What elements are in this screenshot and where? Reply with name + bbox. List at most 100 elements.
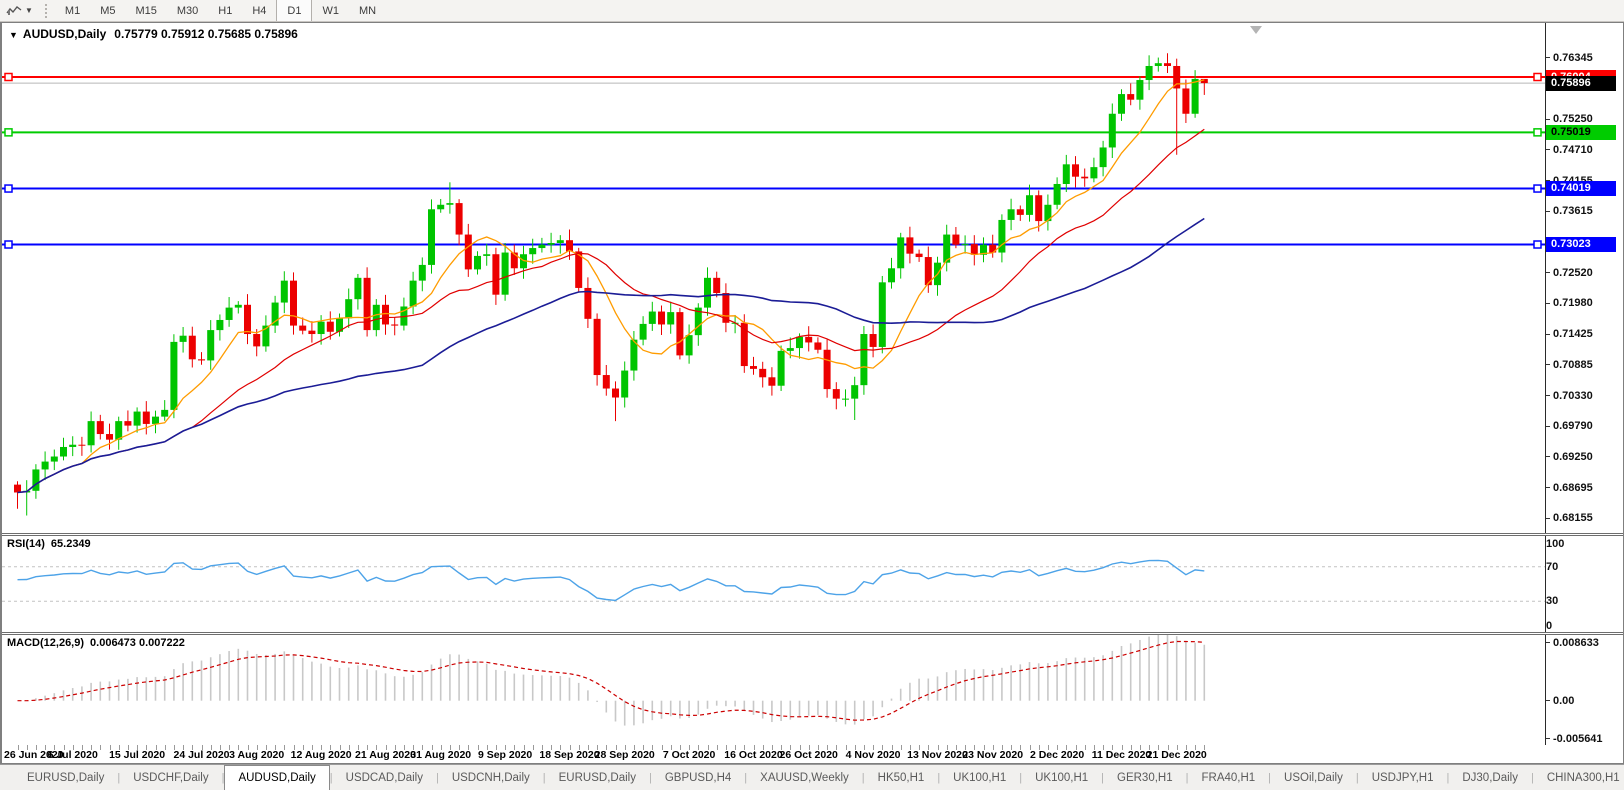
rsi-tick-70: 70 [1546, 560, 1558, 573]
line-anchor[interactable] [5, 241, 12, 248]
time-tick [717, 745, 718, 750]
date-label: 12 Aug 2020 [291, 749, 352, 761]
timeframe-button-m5[interactable]: M5 [90, 0, 125, 21]
tab-usdchf-daily[interactable]: USDCHF,Daily [120, 765, 221, 790]
timeframe-button-m30[interactable]: M30 [167, 0, 208, 21]
date-label: 7 Oct 2020 [663, 749, 716, 761]
price-badge-0.74019: 0.74019 [1546, 181, 1616, 196]
tab-eurusd-daily[interactable]: EURUSD,Daily [546, 765, 649, 790]
tab-hk50-h1[interactable]: HK50,H1 [865, 765, 938, 790]
price-tick: 0.70330 [1546, 389, 1593, 402]
tick-dash [1546, 303, 1550, 304]
timeframe-button-m15[interactable]: M15 [125, 0, 166, 21]
tab-uk100-h1[interactable]: UK100,H1 [1022, 765, 1101, 790]
date-label: 26 Oct 2020 [779, 749, 837, 761]
macd-histogram [18, 635, 1205, 726]
tab-usdcad-daily[interactable]: USDCAD,Daily [333, 765, 436, 790]
tab-dj30-daily[interactable]: DJ30,Daily [1449, 765, 1531, 790]
chart-tab-bar: EURUSD,Daily|USDCHF,Daily|AUDUSD,Daily|U… [0, 764, 1624, 790]
price-tick: 0.68695 [1546, 481, 1593, 494]
medium-ma-line[interactable] [18, 129, 1205, 492]
price-chart-plot[interactable]: ▼ AUDUSD,Daily 0.75779 0.75912 0.75685 0.7… [2, 23, 1546, 533]
chevron-down-icon: ▼ [25, 6, 33, 15]
trading-terminal: ▼ M1M5M15M30H1H4D1W1MN ▼ AUDUSD,Daily 0.75… [0, 0, 1624, 790]
time-tick [284, 745, 285, 750]
timeframe-button-m1[interactable]: M1 [55, 0, 90, 21]
price-tick: 0.69250 [1546, 450, 1593, 463]
price-tick: 0.71425 [1546, 328, 1593, 341]
time-tick [1085, 745, 1086, 750]
tick-dash [1546, 149, 1550, 150]
macd-pane-plot[interactable]: MACD(12,26,9)0.006473 0.007222 [2, 635, 1546, 745]
chart-tool-icon[interactable]: ▼ [0, 0, 39, 21]
fast-ma-line[interactable] [18, 80, 1205, 493]
macd-signal-line[interactable] [18, 642, 1205, 721]
timeframe-button-h4[interactable]: H4 [242, 0, 276, 21]
time-tick [100, 745, 101, 750]
rsi-name: RSI(14) [7, 538, 45, 550]
tick-dash [1546, 334, 1550, 335]
price-badge-0.75896: 0.75896 [1546, 76, 1616, 91]
chart-title: ▼ AUDUSD,Daily 0.75779 0.75912 0.75685 0.7… [9, 27, 298, 41]
date-label: 15 Jul 2020 [109, 749, 165, 761]
tick-dash [1546, 518, 1550, 519]
candlestick-glyph-icon [6, 5, 22, 17]
price-chart-canvas [2, 23, 1546, 533]
chart-window: ▼ AUDUSD,Daily 0.75779 0.75912 0.75685 0.7… [0, 22, 1624, 764]
timeframe-button-d1[interactable]: D1 [276, 0, 312, 21]
timeframe-toolbar: ▼ M1M5M15M30H1H4D1W1MN [0, 0, 1624, 22]
timeframe-button-w1[interactable]: W1 [312, 0, 349, 21]
date-label: 4 Nov 2020 [846, 749, 901, 761]
macd-axis: 0.0086330.00-0.005641 [1546, 635, 1623, 745]
rsi-pane-plot[interactable]: RSI(14)65.2349 [2, 536, 1546, 632]
price-tick: 0.72520 [1546, 266, 1593, 279]
rsi-tick-0: 0 [1546, 619, 1552, 632]
macd-canvas [2, 635, 1546, 745]
macd-label: MACD(12,26,9)0.006473 0.007222 [7, 637, 185, 649]
tab-ger30-h1[interactable]: GER30,H1 [1104, 765, 1186, 790]
tab-usoil-daily[interactable]: USOil,Daily [1271, 765, 1356, 790]
toolbar-grip [45, 4, 49, 18]
tab-eurusd-daily[interactable]: EURUSD,Daily [14, 765, 117, 790]
tab-usdcnh-daily[interactable]: USDCNH,Daily [439, 765, 543, 790]
ohlc-quote-text: 0.75779 0.75912 0.75685 0.75896 [114, 27, 298, 41]
tab-gbpusd-h4[interactable]: GBPUSD,H4 [652, 765, 744, 790]
line-anchor[interactable] [1534, 129, 1541, 136]
line-anchor[interactable] [5, 129, 12, 136]
tick-dash [1546, 211, 1550, 212]
tab-fra40-h1[interactable]: FRA40,H1 [1188, 765, 1268, 790]
time-tick [533, 745, 534, 750]
line-anchor[interactable] [1534, 241, 1541, 248]
macd-name: MACD(12,26,9) [7, 637, 84, 649]
chart-shift-marker [1250, 26, 1262, 34]
symbol-collapse-caret: ▼ [9, 30, 18, 40]
tick-dash [1546, 738, 1550, 739]
date-label: 28 Sep 2020 [595, 749, 655, 761]
tab-usdjpy-h1[interactable]: USDJPY,H1 [1359, 765, 1447, 790]
line-anchor[interactable] [1534, 74, 1541, 81]
macd-tick--0.005641: -0.005641 [1546, 732, 1603, 745]
date-label: 16 Oct 2020 [724, 749, 782, 761]
tick-dash [1546, 364, 1550, 365]
rsi-label: RSI(14)65.2349 [7, 538, 91, 550]
timeframe-button-mn[interactable]: MN [349, 0, 386, 21]
tab-audusd-daily[interactable]: AUDUSD,Daily [224, 765, 329, 790]
line-anchor[interactable] [5, 74, 12, 81]
tick-dash [1546, 57, 1550, 58]
tab-xauusd-weekly[interactable]: XAUUSD,Weekly [747, 765, 862, 790]
tick-dash [1546, 395, 1550, 396]
time-tick [901, 745, 902, 750]
tick-dash [1546, 272, 1550, 273]
price-tick: 0.70885 [1546, 358, 1593, 371]
date-label: 3 Aug 2020 [229, 749, 284, 761]
tick-dash [1546, 642, 1550, 643]
line-anchor[interactable] [5, 185, 12, 192]
timeframe-button-h1[interactable]: H1 [208, 0, 242, 21]
date-label: 24 Jul 2020 [173, 749, 229, 761]
price-badge-0.75019: 0.75019 [1546, 125, 1616, 140]
price-badge-0.73023: 0.73023 [1546, 237, 1616, 252]
tab-china300-h1[interactable]: CHINA300,H1 [1534, 765, 1624, 790]
tab-uk100-h1[interactable]: UK100,H1 [940, 765, 1019, 790]
symbol-timeframe-label: AUDUSD,Daily [23, 27, 106, 41]
line-anchor[interactable] [1534, 185, 1541, 192]
